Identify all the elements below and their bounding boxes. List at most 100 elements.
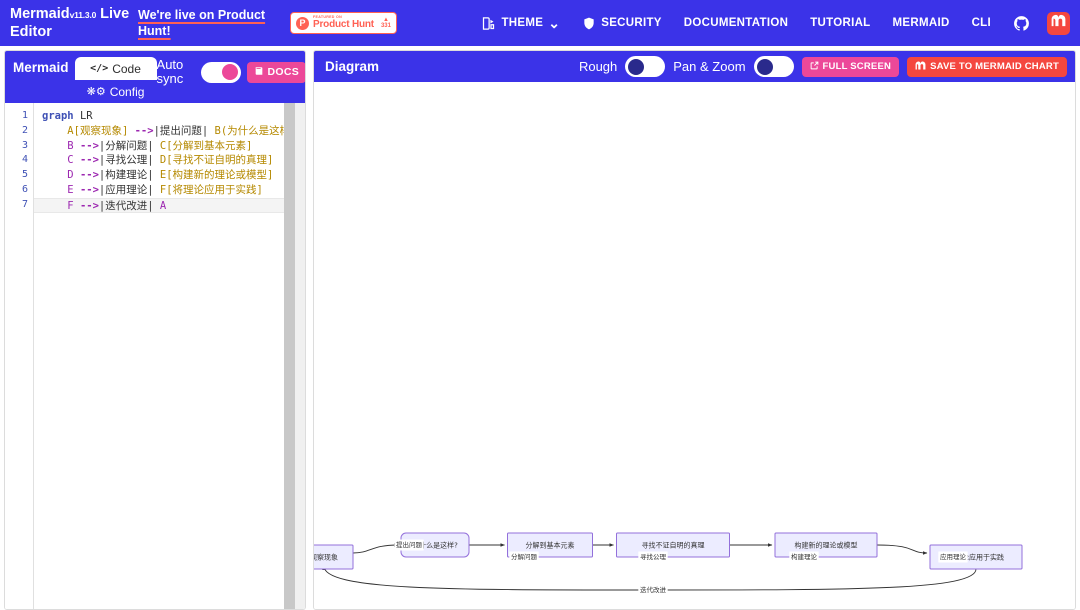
line-number: 7 — [21, 198, 28, 210]
nav-security[interactable]: SECURITY — [571, 16, 673, 31]
main-body: Mermaid </> Code ❋⚙ Config Auto sync DOC… — [0, 46, 1080, 610]
code-line[interactable]: A[观察现象] -->|提出问题| B(为什么是这样? ) — [34, 124, 305, 139]
tab-config[interactable]: ❋⚙ Config — [75, 80, 157, 103]
code-token: graph — [42, 110, 80, 122]
autosync-controls: Auto sync DOCS — [156, 57, 305, 86]
flowchart-edge — [352, 543, 399, 554]
flowchart-node[interactable]: 寻找不证自明的真理 — [616, 532, 730, 558]
ph-name-text: Product Hunt — [313, 19, 374, 31]
editor-panel: Mermaid </> Code ❋⚙ Config Auto sync DOC… — [4, 50, 306, 610]
line-number: 1 — [21, 110, 28, 121]
shield-icon — [582, 16, 596, 31]
tab-config-label: Config — [109, 84, 145, 99]
flowchart-edge-label: 构建理论 — [791, 552, 818, 561]
flowchart-edge-label: 提出问题 — [396, 540, 423, 549]
line-number: 2 — [21, 124, 28, 136]
autosync-toggle[interactable] — [200, 61, 241, 83]
code-token: --> — [79, 169, 99, 182]
editor-tabs: </> Code ❋⚙ Config — [74, 57, 157, 103]
code-token: F[将理论应用于实践] — [159, 183, 263, 196]
code-token: F — [67, 199, 80, 212]
code-token: B — [67, 139, 80, 152]
ph-vote-block: ▲ 331 — [381, 17, 391, 29]
docs-button-label: DOCS — [267, 66, 300, 78]
theme-palette-icon — [481, 16, 496, 31]
code-token: |构建理论| — [98, 169, 160, 182]
flowchart-svg: 观察现象为什么是这样?分解到基本元素寻找不证自明的真理构建新的理论或模型将理论应… — [314, 532, 1023, 596]
header-nav: THEME ⌄ SECURITY DOCUMENTATION TUTORIAL … — [470, 11, 1072, 35]
code-editor[interactable]: 1 2 3 4 5 6 7 graph LR A[观察现象] -->|提出问题|… — [5, 103, 305, 609]
mermaid-logo-icon — [1051, 14, 1066, 32]
flowchart-node-label: 分解到基本元素 — [526, 541, 575, 550]
code-token: |寻找公理| — [98, 154, 160, 167]
flowchart-node-label: 观察现象 — [314, 553, 338, 562]
product-hunt-link[interactable]: We're live on Product Hunt! — [138, 7, 278, 39]
code-token: |提出问题| — [153, 124, 215, 137]
code-line[interactable]: B -->|分解问题| C[分解到基本元素] — [34, 139, 305, 154]
code-line[interactable]: E -->|应用理论| F[将理论应用于实践] — [34, 183, 305, 198]
nav-cli[interactable]: CLI — [961, 17, 1002, 29]
nav-github[interactable] — [1002, 15, 1041, 32]
nav-theme[interactable]: THEME ⌄ — [470, 16, 571, 31]
panzoom-label: Pan & Zoom — [673, 59, 746, 74]
code-brackets-icon: </> — [90, 63, 109, 74]
line-number: 4 — [21, 154, 28, 166]
code-line[interactable]: D -->|构建理论| E[构建新的理论或模型] — [34, 168, 305, 183]
code-line[interactable]: C -->|寻找公理| D[寻找不证自明的真理] — [34, 153, 305, 168]
brand-version: v11.3.0 — [69, 9, 97, 20]
code-token: A[观察现象] — [67, 124, 135, 137]
editor-toolbar: Mermaid </> Code ❋⚙ Config Auto sync DOC… — [5, 51, 305, 103]
nav-mermaid[interactable]: MERMAID — [882, 17, 961, 29]
autosync-toggle-knob — [221, 64, 238, 80]
flowchart-node[interactable]: 观察现象 — [314, 544, 354, 570]
code-token: --> — [79, 139, 99, 152]
flowchart-node-label: 寻找不证自明的真理 — [642, 541, 705, 550]
external-link-icon — [810, 61, 819, 73]
docs-button[interactable]: DOCS — [246, 61, 305, 83]
mermaid-logo-button[interactable] — [1047, 11, 1070, 35]
diagram-toolbar: Diagram Rough Pan & Zoom FULL SCREEN SAV… — [314, 51, 1075, 82]
chevron-down-icon: ⌄ — [548, 15, 561, 31]
fullscreen-button[interactable]: FULL SCREEN — [801, 56, 900, 77]
brand-name: Mermaid — [10, 5, 70, 22]
flowchart-node-label: 构建新的理论或模型 — [795, 541, 858, 550]
panzoom-toggle-knob — [756, 58, 773, 75]
app-title: Mermaidv11.3.0 Live Editor — [10, 6, 138, 41]
gears-icon: ❋⚙ — [86, 86, 106, 98]
rough-label: Rough — [578, 59, 618, 74]
github-icon — [1013, 15, 1030, 32]
nav-documentation[interactable]: DOCUMENTATION — [673, 17, 799, 29]
tab-code[interactable]: </> Code — [74, 57, 157, 80]
nav-tutorial[interactable]: TUTORIAL — [799, 17, 881, 29]
diagram-title: Diagram — [325, 59, 380, 74]
code-line[interactable]: graph LR — [34, 109, 305, 124]
flowchart-edge-label: 迭代改进 — [640, 585, 667, 594]
code-content[interactable]: graph LR A[观察现象] -->|提出问题| B(为什么是这样? ) B… — [33, 103, 305, 609]
code-token: --> — [79, 154, 99, 167]
code-line[interactable]: F -->|迭代改进| A — [34, 197, 305, 213]
panzoom-toggle[interactable] — [753, 56, 794, 77]
diagram-panel: Diagram Rough Pan & Zoom FULL SCREEN SAV… — [313, 50, 1076, 610]
code-token: |迭代改进| — [98, 199, 160, 212]
rough-toggle[interactable] — [625, 56, 666, 77]
autosync-label: Auto sync — [156, 57, 184, 86]
book-icon — [254, 66, 264, 79]
code-token: A — [159, 199, 167, 212]
diagram-controls: Rough Pan & Zoom FULL SCREEN SAVE TO MER… — [579, 56, 1067, 77]
nav-mermaid-label: MERMAID — [892, 17, 950, 29]
code-token: E[构建新的理论或模型] — [159, 169, 274, 182]
editor-scrollbar-track — [295, 103, 305, 609]
editor-scrollbar-thumb[interactable] — [284, 103, 295, 609]
product-hunt-badge[interactable]: P FEATURED ON Product Hunt ▲ 331 — [290, 12, 397, 34]
save-to-mermaid-chart-button[interactable]: SAVE TO MERMAID CHART — [907, 56, 1067, 77]
code-token: C — [67, 154, 80, 167]
tab-code-label: Code — [112, 61, 141, 76]
code-token: --> — [79, 183, 99, 196]
nav-theme-label: THEME — [501, 17, 544, 29]
code-token: --> — [134, 124, 154, 137]
diagram-canvas[interactable]: 观察现象为什么是这样?分解到基本元素寻找不证自明的真理构建新的理论或模型将理论应… — [314, 82, 1075, 609]
